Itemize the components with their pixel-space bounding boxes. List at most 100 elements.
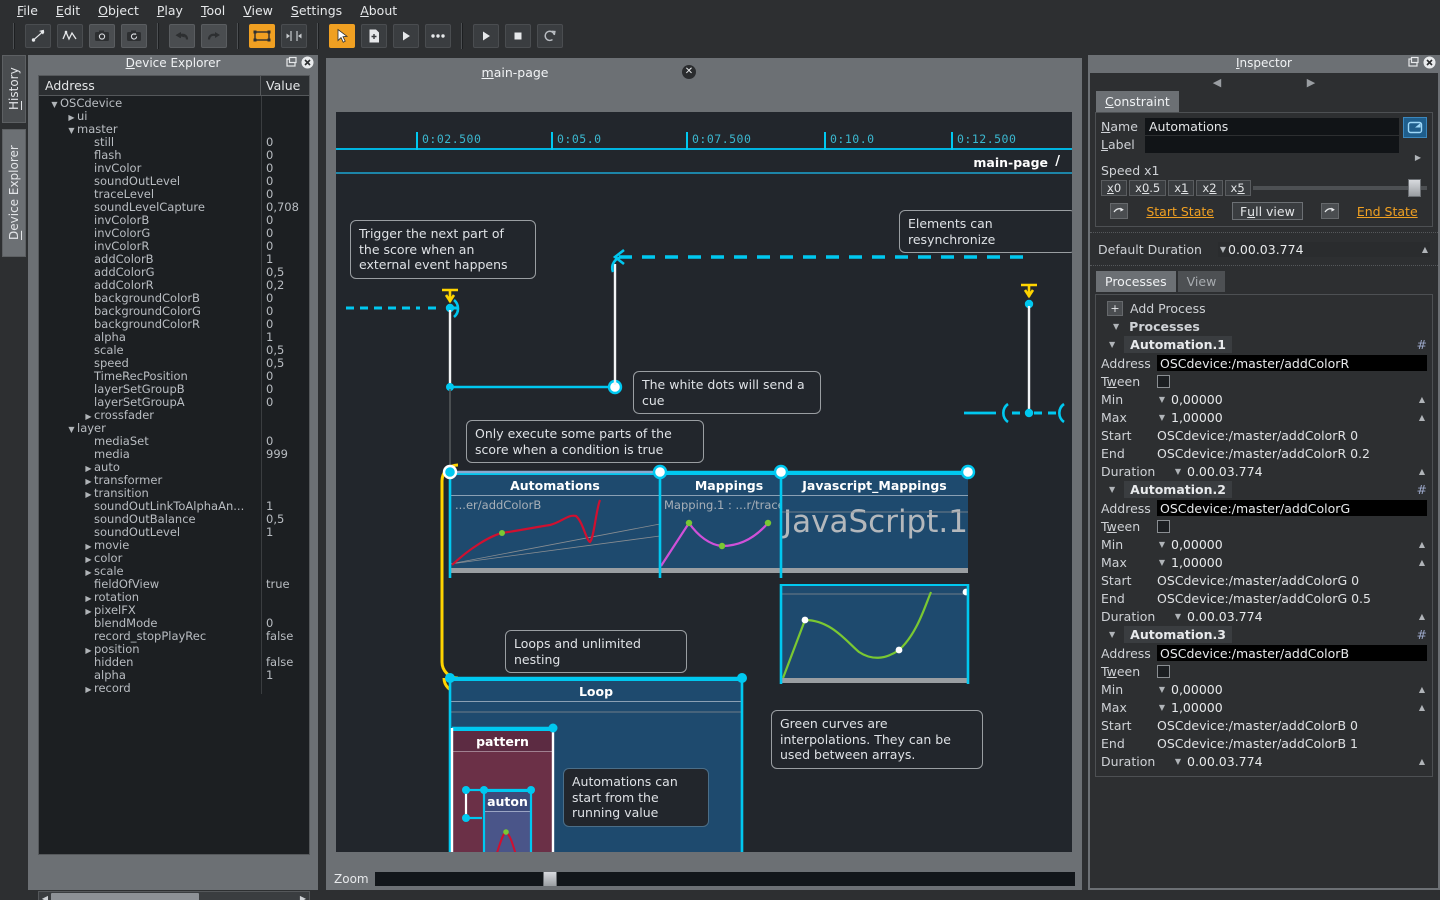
chevron-down-icon[interactable] [49, 100, 60, 109]
chevron-up-icon[interactable]: ▲ [1417, 703, 1427, 712]
interval-javascript-mappings-body[interactable]: JavaScript.1 [781, 496, 968, 568]
process-max-spinbox[interactable]: ▼1,00000▲ [1157, 410, 1427, 425]
device-explorer-row-value[interactable]: 0,5 [261, 512, 284, 526]
chevron-down-icon[interactable] [66, 425, 77, 434]
redo-icon-button[interactable] [201, 24, 227, 48]
process-min-spinbox[interactable]: ▼0,00000▲ [1157, 537, 1427, 552]
chevron-right-icon[interactable] [83, 464, 94, 473]
chevron-down-icon[interactable]: ▼ [1157, 685, 1167, 694]
device-explorer-row[interactable]: crossfader [39, 408, 309, 421]
chevron-right-icon[interactable] [83, 412, 94, 421]
device-explorer-row[interactable]: backgroundColorR0 [39, 317, 309, 330]
chevron-right-icon[interactable] [83, 685, 94, 694]
create-tool-icon-button[interactable] [361, 24, 387, 48]
tab-view[interactable]: View [1178, 271, 1226, 292]
play-tool-icon-button[interactable] [393, 24, 419, 48]
process-duration-spinbox[interactable]: ▼0.00.03.774▲ [1173, 609, 1427, 624]
chevron-down-icon[interactable]: ▼ [1109, 485, 1115, 494]
chevron-down-icon[interactable]: ▼ [1173, 612, 1183, 621]
interval-pattern-header[interactable]: pattern [452, 728, 553, 752]
scroll-right-icon[interactable]: ▶ [297, 894, 309, 900]
process-min-spinbox[interactable]: ▼0,00000▲ [1157, 682, 1427, 697]
device-explorer-row[interactable]: speed0,5 [39, 356, 309, 369]
chevron-up-icon[interactable]: ▲ [1417, 612, 1427, 621]
chevron-right-icon[interactable] [83, 490, 94, 499]
device-explorer-tree[interactable]: Address Value OSCdeviceuimasterstill0fla… [38, 75, 310, 855]
zoom-slider-thumb[interactable] [543, 871, 557, 887]
column-header-address[interactable]: Address [39, 76, 261, 95]
expand-more-icon[interactable]: ▶ [1415, 153, 1421, 162]
process-header[interactable]: ▼Automation.3# [1101, 625, 1427, 644]
snapshot-record-icon-button[interactable] [121, 24, 147, 48]
comment-condition[interactable]: Only execute some parts of the score whe… [466, 420, 704, 463]
chevron-down-icon[interactable]: ▼ [1113, 322, 1119, 331]
device-explorer-row[interactable]: ui [39, 109, 309, 122]
tab-main-page[interactable]: main-page ✕ [326, 58, 704, 86]
device-explorer-row[interactable]: rotation [39, 590, 309, 603]
interval-mappings[interactable]: Mappings Mapping.1 : ...r/traceLev [660, 472, 798, 578]
column-header-value[interactable]: Value [261, 78, 300, 93]
speed-x1-button[interactable]: x 1 [1168, 180, 1194, 196]
comment-loops[interactable]: Loops and unlimited nesting [505, 630, 687, 673]
transport-reinit-icon-button[interactable] [537, 24, 563, 48]
device-explorer-row[interactable]: layerSetGroupB0 [39, 382, 309, 395]
interpolation-block[interactable] [781, 584, 968, 684]
device-explorer-row[interactable]: soundOutBalance0,5 [39, 512, 309, 525]
device-explorer-row-value[interactable]: 0 [261, 304, 273, 318]
device-explorer-row[interactable]: addColorR0,2 [39, 278, 309, 291]
duration-down-icon[interactable]: ▼ [1218, 245, 1228, 254]
transport-stop-icon-button[interactable] [505, 24, 531, 48]
float-icon[interactable] [285, 56, 298, 69]
chevron-right-icon[interactable] [83, 607, 94, 616]
end-state-goto-icon[interactable] [1321, 203, 1339, 219]
device-explorer-row[interactable]: blendMode0 [39, 616, 309, 629]
chevron-right-icon[interactable] [83, 555, 94, 564]
tab-processes[interactable]: Processes [1096, 271, 1176, 292]
device-explorer-row[interactable]: pixelFX [39, 603, 309, 616]
interval-loop-header[interactable]: Loop [450, 678, 742, 702]
float-icon[interactable] [1407, 56, 1420, 69]
device-explorer-row[interactable]: layerSetGroupA0 [39, 395, 309, 408]
process-max-spinbox[interactable]: ▼1,00000▲ [1157, 700, 1427, 715]
menu-object[interactable]: Object [89, 1, 148, 20]
chevron-right-icon[interactable] [83, 542, 94, 551]
process-name[interactable]: Automation.3 [1124, 626, 1232, 643]
curve-icon-button[interactable] [57, 24, 83, 48]
device-explorer-row[interactable]: soundLevelCapture0,708 [39, 200, 309, 213]
add-process-row[interactable]: + Add Process [1101, 299, 1427, 317]
processes-header-row[interactable]: ▼ Processes [1101, 317, 1427, 335]
sidebar-tab-device-explorer[interactable]: Device Explorer [2, 129, 26, 257]
chevron-up-icon[interactable]: ▲ [1417, 685, 1427, 694]
device-explorer-row-value[interactable]: 1 [261, 252, 273, 266]
scroll-thumb[interactable] [51, 893, 199, 900]
device-explorer-row[interactable]: color [39, 551, 309, 564]
device-explorer-row-value[interactable]: 0,5 [261, 343, 284, 357]
device-explorer-row[interactable]: record [39, 681, 309, 694]
device-explorer-row[interactable]: backgroundColorB0 [39, 291, 309, 304]
chevron-right-icon[interactable] [83, 568, 94, 577]
device-explorer-row[interactable]: scale [39, 564, 309, 577]
chevron-down-icon[interactable] [66, 126, 77, 135]
menu-view[interactable]: View [234, 1, 282, 20]
device-explorer-row-value[interactable]: 0 [261, 434, 273, 448]
device-explorer-row-value[interactable]: 0 [261, 174, 273, 188]
process-tween-checkbox[interactable] [1157, 665, 1170, 678]
chevron-up-icon[interactable]: ▲ [1417, 757, 1427, 766]
device-explorer-row-value[interactable]: 0,2 [261, 278, 284, 292]
device-explorer-row-value[interactable]: 1 [261, 499, 273, 513]
chevron-down-icon[interactable]: ▼ [1157, 558, 1167, 567]
interval-javascript-mappings-header[interactable]: Javascript_Mappings [781, 472, 968, 496]
nav-forward-icon[interactable]: ▶ [1307, 76, 1315, 89]
menu-play[interactable]: Play [148, 1, 192, 20]
interval-automations[interactable]: Automations ...er/addColorB [450, 472, 660, 578]
comment-resync[interactable]: Elements can resynchronize [899, 210, 1072, 253]
device-explorer-row[interactable]: fieldOfViewtrue [39, 577, 309, 590]
interval-mappings-header[interactable]: Mappings [660, 472, 798, 496]
name-field[interactable]: Automations [1145, 118, 1399, 135]
interval-inner-automation[interactable]: auton [484, 790, 531, 852]
device-explorer-row[interactable]: mediaSet0 [39, 434, 309, 447]
process-menu-icon[interactable]: # [1417, 482, 1427, 497]
device-explorer-row[interactable]: media999 [39, 447, 309, 460]
interval-automations-body[interactable]: ...er/addColorB [450, 496, 660, 568]
interpolation-body[interactable] [781, 584, 968, 678]
